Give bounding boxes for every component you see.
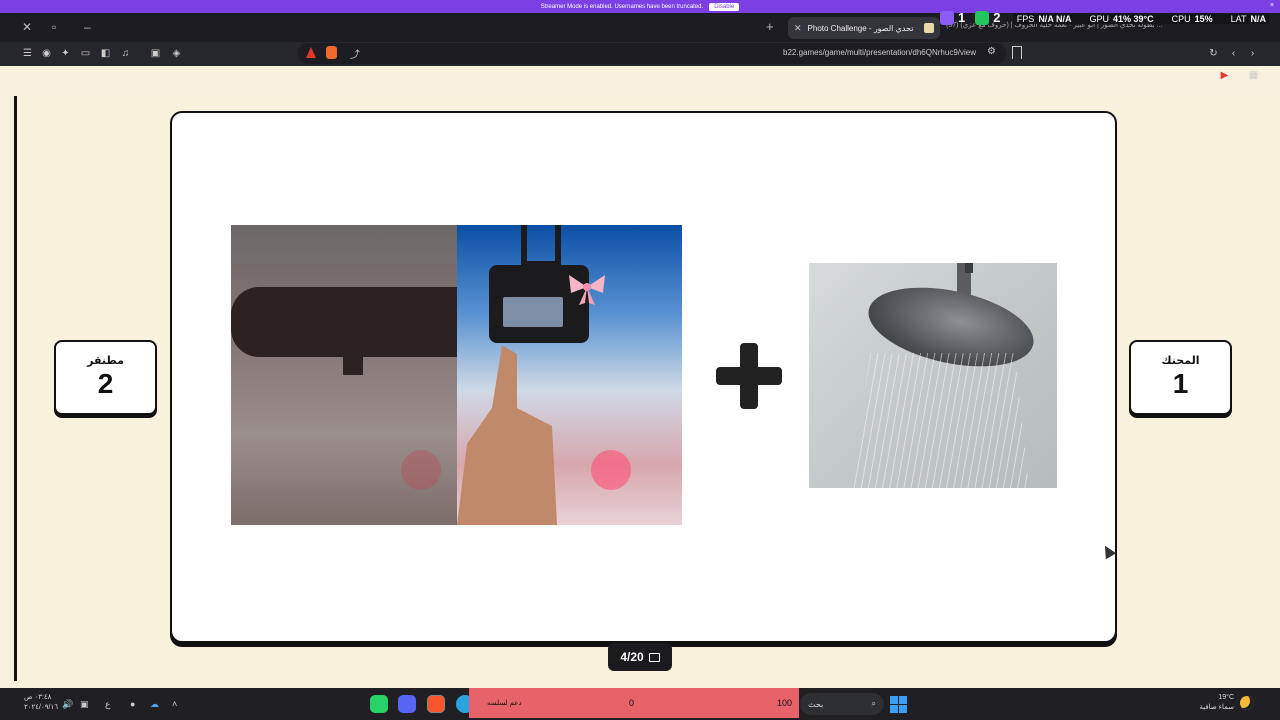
tab-favicon-icon (924, 23, 934, 33)
donation-label: دعم لسلسه (487, 700, 522, 707)
stream-score-overlay: 1 2 (940, 10, 1000, 25)
apps-grid-icon[interactable]: ▦ (1248, 70, 1259, 81)
moon-weather-icon (1240, 696, 1254, 710)
overlay-score-a: 1 (958, 10, 966, 25)
streamer-mode-banner: Streamer Mode is enabled. Usernames have… (0, 0, 1280, 13)
search-icon: ⌕ (871, 699, 876, 708)
gpu-value: 41% 39°C (1113, 13, 1154, 24)
weather-temp: 19°C (1218, 694, 1234, 701)
restore-window-icon[interactable]: ▫ (52, 20, 56, 34)
team-right-score-card: المحنك 1 (1129, 340, 1232, 415)
bookmark-icon[interactable] (1012, 46, 1022, 59)
tray-expand-icon[interactable]: ˄ (172, 699, 177, 709)
donation-progress-bar: دعم لسلسه 0 100 (469, 688, 799, 718)
banner-close-icon[interactable]: × (1270, 2, 1274, 9)
clue-image-dashcam (231, 225, 682, 525)
sidebar-icon[interactable]: ◧ (100, 48, 111, 59)
cpu-label: CPU (1171, 13, 1191, 24)
tab-close-icon[interactable]: ✕ (794, 23, 802, 34)
image-icon (648, 652, 660, 662)
taskbar-search[interactable]: بحث ⌕ (800, 693, 884, 715)
address-bar[interactable]: ⤴ b22.games/game/multi/presentation/dh6Q… (298, 43, 1006, 64)
location-icon[interactable]: ◉ (41, 48, 52, 59)
overlay-score-b: 2 (993, 10, 1001, 25)
weather-widget[interactable]: 19°C سماء صافية (1190, 693, 1234, 713)
discord-icon[interactable] (398, 695, 416, 713)
close-window-icon[interactable]: ✕ (22, 20, 32, 34)
disable-streamer-mode-button[interactable]: Disable (709, 2, 740, 11)
donation-value: 0 (629, 698, 635, 708)
new-tab-button[interactable]: + (766, 19, 774, 34)
team-right-name: المحنك (1161, 355, 1200, 367)
minimize-window-icon[interactable]: – (84, 20, 91, 34)
donation-max: 100 (777, 698, 793, 708)
team-left-score: 2 (97, 368, 114, 399)
slide-counter: 4/20 (608, 643, 672, 671)
weather-desc: سماء صافية (1199, 704, 1234, 711)
wallet-icon[interactable]: ▭ (80, 48, 91, 59)
forward-icon[interactable]: › (1247, 48, 1258, 59)
share-icon[interactable]: ⤴ (350, 46, 360, 61)
search-placeholder: بحث (808, 699, 824, 709)
pin-icon[interactable]: ✦ (60, 48, 71, 59)
windows-taskbar: ٠٣:٤٨ ص ٢٠٢٤/٠٩/١٦ 🔊 ▣ ع ● ☁ ˄ دعم لسلسه… (0, 688, 1280, 720)
volume-icon[interactable]: 🔊 (62, 699, 73, 710)
slide-progress: 4/20 (620, 650, 644, 664)
clock[interactable]: ٠٣:٤٨ ص ٢٠٢٤/٠٩/١٦ (24, 693, 58, 713)
tab-photo-challenge[interactable]: ✕ Photo Challenge - تحدي الصور (788, 17, 940, 39)
banner-text: Streamer Mode is enabled. Usernames have… (540, 3, 704, 10)
tab-title: Photo Challenge - تحدي الصور (807, 23, 914, 33)
back-icon[interactable]: ‹ (1228, 48, 1239, 59)
player-b-icon (975, 10, 990, 25)
network-icon[interactable]: ▣ (80, 699, 89, 710)
lat-label: LAT (1230, 13, 1247, 24)
screenshot-icon[interactable]: ▣ (150, 48, 161, 59)
left-edge-bar (14, 96, 17, 681)
menu-icon[interactable]: ☰ (22, 48, 33, 59)
gpu-label: GPU (1089, 13, 1109, 24)
youtube-icon[interactable]: ▶ (1219, 70, 1230, 81)
language-indicator[interactable]: ع (105, 699, 110, 710)
brave-browser-icon[interactable] (427, 695, 445, 713)
lat-value: N/A (1250, 13, 1267, 24)
url-text[interactable]: b22.games/game/multi/presentation/dh6QNr… (783, 48, 976, 57)
reload-icon[interactable]: ↻ (1208, 48, 1219, 59)
fps-label: FPS (1016, 13, 1035, 24)
clock-date: ٢٠٢٤/٠٩/١٦ (24, 704, 58, 711)
onedrive-icon[interactable]: ☁ (150, 699, 159, 710)
fps-value: N/A N/A (1038, 13, 1072, 24)
brave-rewards-icon[interactable] (306, 47, 316, 58)
mic-icon[interactable]: ● (130, 699, 135, 709)
clock-time: ٠٣:٤٨ ص (24, 694, 52, 701)
team-right-score: 1 (1172, 368, 1189, 399)
windows-start-icon[interactable] (890, 696, 907, 713)
plus-icon (716, 343, 782, 409)
music-icon[interactable]: ♫ (120, 48, 131, 59)
brave-shields-icon[interactable] (326, 46, 337, 59)
extension-icon[interactable]: ◈ (171, 48, 182, 59)
player-a-icon (940, 10, 954, 25)
team-left-name: مطنقر (87, 355, 124, 367)
clue-image-shower-head (809, 263, 1057, 488)
whatsapp-icon[interactable] (370, 695, 388, 713)
team-left-score-card: مطنقر 2 (54, 340, 157, 415)
site-settings-icon[interactable]: ⚙ (987, 46, 996, 57)
performance-stats: FPS N/A N/A GPU 41% 39°C CPU 15% LAT N/A (1012, 13, 1270, 24)
cpu-value: 15% (1194, 13, 1213, 24)
